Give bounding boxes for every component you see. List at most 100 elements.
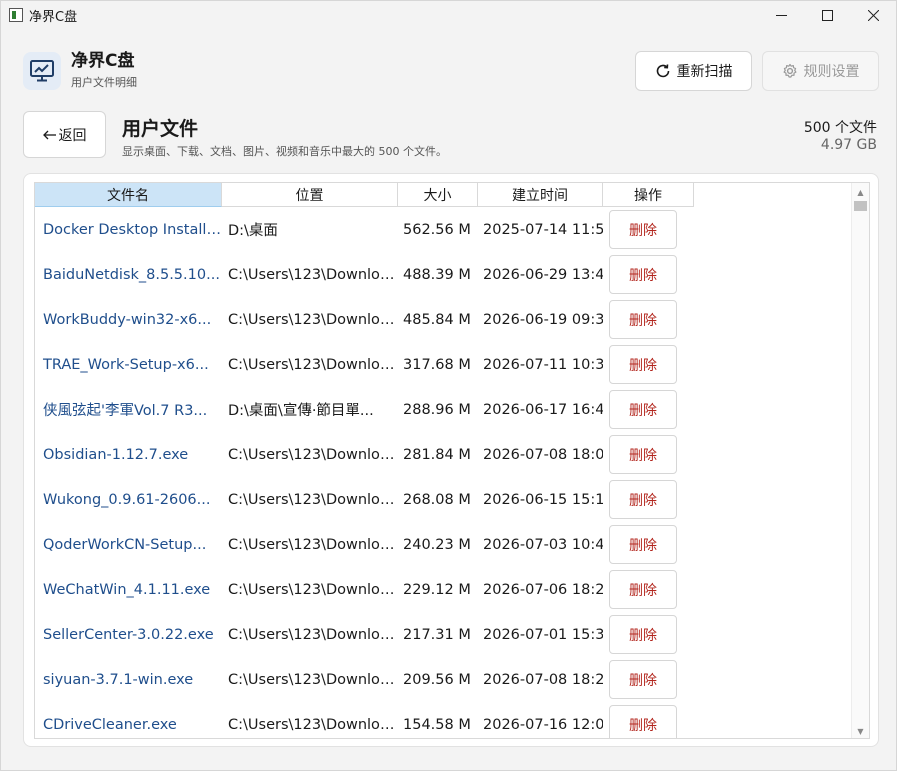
close-icon[interactable] bbox=[850, 1, 896, 29]
file-table: 文件名 位置 大小 建立时间 操作 Docker Desktop Install… bbox=[34, 182, 870, 739]
back-label: 返回 bbox=[58, 127, 87, 144]
file-created-cell: 2026-07-16 12:0 bbox=[483, 716, 603, 733]
brand-subtitle: 用户文件明细 bbox=[71, 76, 137, 89]
file-name-cell[interactable]: WeChatWin_4.1.11.exe bbox=[35, 582, 222, 598]
delete-button[interactable]: 删除 bbox=[609, 660, 677, 699]
scroll-up-icon[interactable]: ▲ bbox=[852, 185, 869, 199]
file-name-cell[interactable]: BaiduNetdisk_8.5.5.10... bbox=[35, 267, 222, 283]
file-location-cell: C:\Users\123\Downloads bbox=[228, 581, 398, 598]
window-title: 净界C盘 bbox=[29, 9, 78, 25]
delete-button[interactable]: 删除 bbox=[609, 525, 677, 564]
delete-button[interactable]: 删除 bbox=[609, 705, 677, 738]
table-row[interactable]: Docker Desktop Installer.exe D:\桌面 562.56 … bbox=[35, 207, 851, 252]
action-cell: 删除 bbox=[603, 435, 694, 474]
brand-title: 净界C盘 bbox=[71, 51, 135, 71]
maximize-icon[interactable] bbox=[804, 1, 850, 29]
file-name-cell[interactable]: SellerCenter-3.0.22.exe bbox=[35, 627, 222, 643]
file-name-cell[interactable]: Obsidian-1.12.7.exe bbox=[35, 447, 222, 463]
delete-button[interactable]: 删除 bbox=[609, 255, 677, 294]
vertical-scrollbar[interactable]: ▲ ▼ bbox=[851, 183, 869, 738]
file-location-cell: C:\Users\123\Downloads bbox=[228, 266, 398, 283]
file-size-cell: 209.56 M bbox=[403, 671, 471, 688]
rules-settings-button[interactable]: 规则设置 bbox=[762, 51, 879, 91]
file-size-cell: 562.56 M bbox=[403, 221, 471, 238]
minimize-icon[interactable] bbox=[758, 1, 804, 29]
file-size-cell: 488.39 M bbox=[403, 266, 471, 283]
file-size-cell: 317.68 M bbox=[403, 356, 471, 373]
rescan-button[interactable]: 重新扫描 bbox=[635, 51, 752, 91]
action-cell: 删除 bbox=[603, 255, 694, 294]
rules-label: 规则设置 bbox=[803, 64, 860, 80]
table-row[interactable]: siyuan-3.7.1-win.exe C:\Users\123\Downloa… bbox=[35, 657, 851, 702]
file-size-cell: 217.31 M bbox=[403, 626, 471, 643]
delete-button[interactable]: 删除 bbox=[609, 300, 677, 339]
file-created-cell: 2026-07-11 10:3 bbox=[483, 356, 603, 373]
arrow-left-icon bbox=[42, 130, 57, 140]
file-name-cell[interactable]: siyuan-3.7.1-win.exe bbox=[35, 672, 222, 688]
table-row[interactable]: SellerCenter-3.0.22.exe C:\Users\123\Down… bbox=[35, 612, 851, 657]
back-button[interactable]: 返回 bbox=[23, 111, 106, 158]
refresh-icon bbox=[655, 63, 671, 79]
table-row[interactable]: TRAE_Work-Setup-x6... C:\Users\123\Downlo… bbox=[35, 342, 851, 387]
file-location-cell: C:\Users\123\Downloads bbox=[228, 536, 398, 553]
column-header-location[interactable]: 位置 bbox=[222, 183, 398, 207]
column-header-size[interactable]: 大小 bbox=[398, 183, 478, 207]
action-cell: 删除 bbox=[603, 525, 694, 564]
file-location-cell: D:\桌面\宣傳·節目單... bbox=[228, 403, 374, 419]
delete-button[interactable]: 删除 bbox=[609, 210, 677, 249]
action-cell: 删除 bbox=[603, 615, 694, 654]
table-row[interactable]: WeChatWin_4.1.11.exe C:\Users\123\Downloa… bbox=[35, 567, 851, 612]
action-cell: 删除 bbox=[603, 570, 694, 609]
file-created-cell: 2026-07-08 18:2 bbox=[483, 671, 603, 688]
column-header-name[interactable]: 文件名 bbox=[35, 183, 222, 207]
delete-button[interactable]: 删除 bbox=[609, 435, 677, 474]
monitor-chart-icon bbox=[23, 51, 61, 90]
file-created-cell: 2026-06-19 09:3 bbox=[483, 311, 603, 328]
file-name-cell[interactable]: QoderWorkCN-Setup... bbox=[35, 537, 222, 553]
column-header-action[interactable]: 操作 bbox=[603, 183, 694, 207]
brand-block: 净界C盘 用户文件明细 bbox=[71, 51, 137, 90]
file-location-cell: C:\Users\123\Downloads bbox=[228, 671, 398, 688]
delete-button[interactable]: 删除 bbox=[609, 570, 677, 609]
delete-button[interactable]: 删除 bbox=[609, 615, 677, 654]
file-name-cell[interactable]: Wukong_0.9.61-2606... bbox=[35, 492, 222, 508]
delete-button[interactable]: 删除 bbox=[609, 390, 677, 429]
table-row[interactable]: BaiduNetdisk_8.5.5.10... C:\Users\123\Dow… bbox=[35, 252, 851, 297]
table-row[interactable]: Wukong_0.9.61-2606... C:\Users\123\Downlo… bbox=[35, 477, 851, 522]
file-location-cell: C:\Users\123\Downloads bbox=[228, 491, 398, 508]
file-created-cell: 2026-07-08 18:0 bbox=[483, 446, 603, 463]
table-row[interactable]: 侠風弦起'李軍Vol.7 R3... D:\桌面\宣傳·節目單... 288.96 … bbox=[35, 387, 851, 432]
file-created-cell: 2025-07-14 11:5 bbox=[483, 221, 603, 238]
file-size-cell: 229.12 M bbox=[403, 581, 471, 598]
file-name-cell[interactable]: Docker Desktop Installer.exe bbox=[35, 222, 222, 238]
table-header: 文件名 位置 大小 建立时间 操作 bbox=[35, 183, 694, 207]
scroll-thumb[interactable] bbox=[854, 201, 867, 211]
delete-button[interactable]: 删除 bbox=[609, 345, 677, 384]
gear-icon bbox=[782, 63, 798, 79]
column-header-created[interactable]: 建立时间 bbox=[478, 183, 603, 207]
file-location-cell: C:\Users\123\Downloads bbox=[228, 626, 398, 643]
file-name-cell[interactable]: WorkBuddy-win32-x6... bbox=[35, 312, 222, 328]
file-created-cell: 2026-06-29 13:4 bbox=[483, 266, 603, 283]
scroll-down-icon[interactable]: ▼ bbox=[852, 724, 869, 738]
table-row[interactable]: QoderWorkCN-Setup... C:\Users\123\Downloa… bbox=[35, 522, 851, 567]
window-titlebar: 净界C盘 bbox=[1, 1, 896, 29]
app-header: 净界C盘 用户文件明细 bbox=[23, 51, 137, 90]
table-row[interactable]: Obsidian-1.12.7.exe C:\Users\123\Download… bbox=[35, 432, 851, 477]
file-size-cell: 288.96 M bbox=[403, 401, 471, 418]
delete-button[interactable]: 删除 bbox=[609, 480, 677, 519]
action-cell: 删除 bbox=[603, 480, 694, 519]
file-name-cell[interactable]: 侠風弦起'李軍Vol.7 R3... bbox=[35, 399, 222, 420]
file-location-cell: C:\Users\123\Downloads bbox=[228, 311, 398, 328]
action-cell: 删除 bbox=[603, 210, 694, 249]
file-created-cell: 2026-07-06 18:2 bbox=[483, 581, 603, 598]
file-table-card: 文件名 位置 大小 建立时间 操作 Docker Desktop Install… bbox=[23, 173, 879, 747]
action-cell: 删除 bbox=[603, 705, 694, 738]
file-created-cell: 2026-07-03 10:4 bbox=[483, 536, 603, 553]
table-row[interactable]: WorkBuddy-win32-x6... C:\Users\123\Downlo… bbox=[35, 297, 851, 342]
file-name-cell[interactable]: TRAE_Work-Setup-x6... bbox=[35, 357, 222, 373]
action-cell: 删除 bbox=[603, 300, 694, 339]
table-row[interactable]: CDriveCleaner.exe C:\Users\123\Downloads 1… bbox=[35, 702, 851, 738]
file-name-cell[interactable]: CDriveCleaner.exe bbox=[35, 717, 222, 733]
file-created-cell: 2026-07-01 15:3 bbox=[483, 626, 603, 643]
